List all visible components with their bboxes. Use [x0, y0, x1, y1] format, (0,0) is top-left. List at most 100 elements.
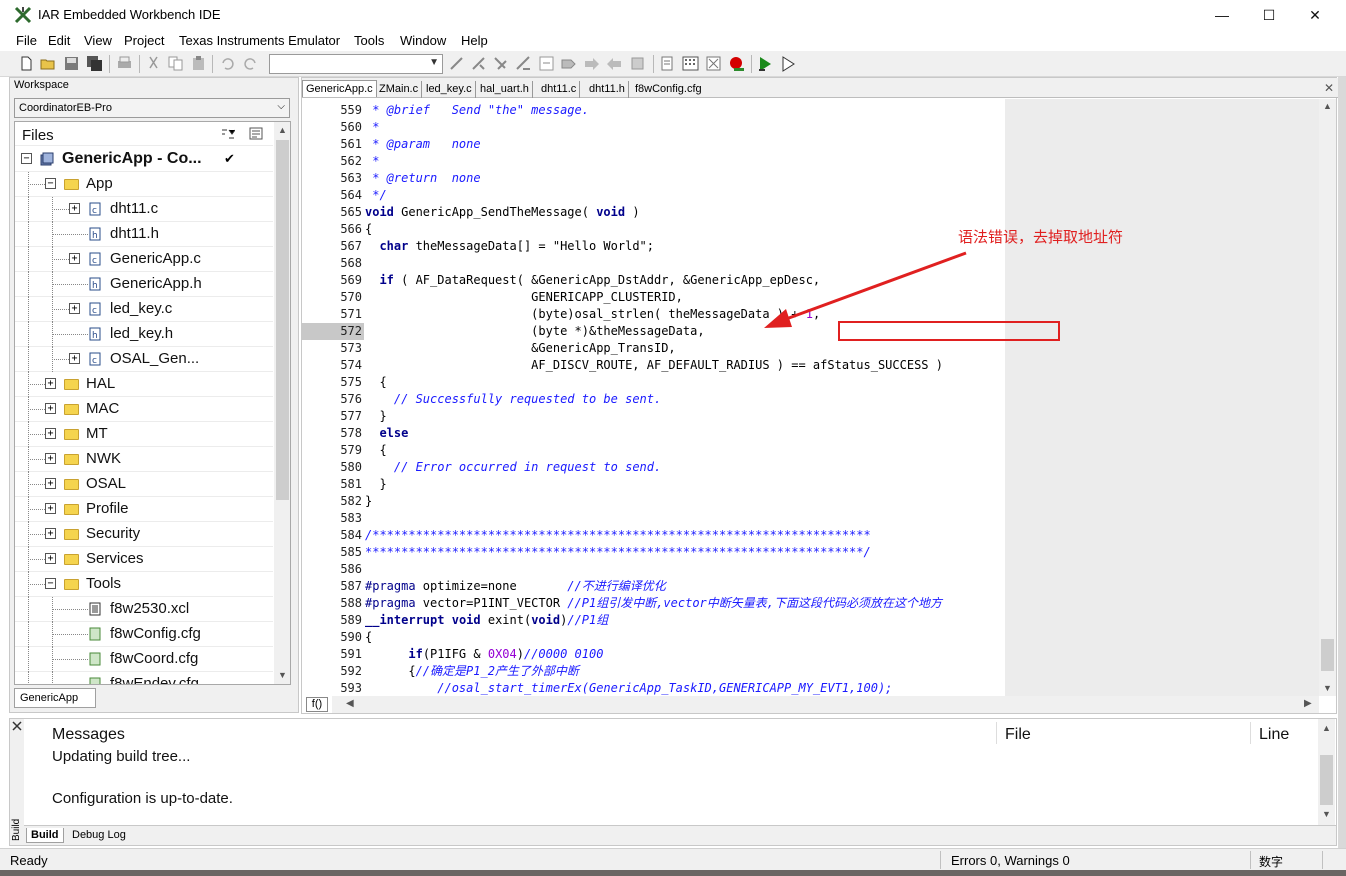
prev-bookmark-icon[interactable] [606, 55, 623, 72]
tab-dht11-h[interactable]: dht11.h [586, 81, 629, 98]
maximize-button[interactable]: ☐ [1246, 0, 1292, 31]
code-line[interactable]: 571 (byte)osal_strlen( theMessageData ) … [302, 306, 1319, 323]
open-folder-icon[interactable] [40, 55, 57, 72]
expand-icon[interactable]: + [45, 428, 56, 439]
chevron-down-icon[interactable]: ⌵ [277, 101, 285, 112]
message-line[interactable]: Updating build tree... [52, 748, 190, 765]
collapse-icon[interactable]: − [45, 178, 56, 189]
configuration-select[interactable]: CoordinatorEB-Pro ⌵ [14, 98, 290, 118]
tab-zmain-c[interactable]: ZMain.c [376, 81, 423, 98]
tree-scrollbar[interactable]: ▲ ▼ [274, 122, 290, 684]
code-line[interactable]: 585 *************************************… [302, 544, 1319, 561]
tree-folder-item[interactable]: − App [15, 172, 273, 197]
tree-folder-item[interactable]: + NWK [15, 447, 273, 472]
tab-f8wconfig-cfg[interactable]: f8wConfig.cfg [632, 81, 705, 98]
stop-build-icon[interactable] [705, 55, 722, 72]
tree-file-item[interactable]: + c dht11.c [15, 197, 273, 222]
code-line[interactable]: 578 else [302, 425, 1319, 442]
paste-icon[interactable] [190, 55, 207, 72]
tree-folder-item[interactable]: + HAL [15, 372, 273, 397]
code-line[interactable]: 579 { [302, 442, 1319, 459]
menu-window[interactable]: Window [400, 33, 446, 48]
expand-icon[interactable]: + [45, 528, 56, 539]
tab-genericapp-c[interactable]: GenericApp.c [302, 80, 377, 97]
tree-file-item[interactable]: + c GenericApp.c [15, 247, 273, 272]
code-line[interactable]: 574 AF_DISCV_ROUTE, AF_DEFAULT_RADIUS ) … [302, 357, 1319, 374]
code-line[interactable]: 591 if(P1IFG & 0X04)//0000 0100 [302, 646, 1319, 663]
expand-icon[interactable]: + [45, 453, 56, 464]
message-line[interactable]: Configuration is up-to-date. [52, 790, 233, 807]
menu-view[interactable]: View [84, 33, 112, 48]
download-debug-icon[interactable] [757, 55, 774, 72]
chevron-down-icon[interactable]: ▼ [429, 57, 439, 68]
tree-folder-item[interactable]: + Profile [15, 497, 273, 522]
expand-icon[interactable]: + [45, 403, 56, 414]
menu-texas-instruments-emulator[interactable]: Texas Instruments Emulator [179, 33, 340, 48]
code-line[interactable]: 583 [302, 510, 1319, 527]
code-line[interactable]: 568 [302, 255, 1319, 272]
file-column-header[interactable]: File [1005, 726, 1031, 744]
code-line[interactable]: 589 __interrupt void exint(void)//P1组 [302, 612, 1319, 629]
find-prev-icon[interactable] [492, 55, 509, 72]
new-file-icon[interactable] [18, 55, 35, 72]
debug-without-download-icon[interactable] [780, 55, 797, 72]
code-scrollbar[interactable]: ▲ ▼ [1319, 99, 1336, 696]
code-line[interactable]: 587 #pragma optimize=none //不进行编译优化 [302, 578, 1319, 595]
tree-file-item[interactable]: h led_key.h [15, 322, 273, 347]
collapse-icon[interactable]: − [45, 578, 56, 589]
goto-icon[interactable] [538, 55, 555, 72]
tree-scroll-thumb[interactable] [276, 140, 289, 500]
bookmark-icon[interactable] [560, 55, 577, 72]
expand-icon[interactable]: + [69, 303, 80, 314]
tree-file-item[interactable]: + c OSAL_Gen... [15, 347, 273, 372]
tree-folder-item[interactable]: − GenericApp - Co... ✔ [15, 147, 273, 172]
tree-file-item[interactable]: + c led_key.c [15, 297, 273, 322]
code-line[interactable]: 576 // Successfully requested to be sent… [302, 391, 1319, 408]
toggle-bookmark-icon[interactable] [629, 55, 646, 72]
minimize-button[interactable]: — [1199, 0, 1245, 31]
code-line[interactable]: 593 //osal_start_timerEx(GenericApp_Task… [302, 680, 1319, 696]
collapse-icon[interactable]: − [21, 153, 32, 164]
tree-folder-item[interactable]: + Services [15, 547, 273, 572]
code-line[interactable]: 577 } [302, 408, 1319, 425]
code-line[interactable]: 586 [302, 561, 1319, 578]
line-column-header[interactable]: Line [1259, 726, 1289, 744]
code-line[interactable]: 575 { [302, 374, 1319, 391]
copy-icon[interactable] [167, 55, 184, 72]
expand-icon[interactable]: + [69, 253, 80, 264]
find-combo[interactable]: ▼ [269, 54, 443, 74]
code-line[interactable]: 590{ [302, 629, 1319, 646]
compile-icon[interactable] [659, 55, 676, 72]
code-line[interactable]: 570 GENERICAPP_CLUSTERID, [302, 289, 1319, 306]
close-panel-icon[interactable] [12, 721, 22, 731]
expand-icon[interactable]: + [45, 503, 56, 514]
messages-scroll-thumb[interactable] [1320, 755, 1333, 805]
code-line[interactable]: 560 * [302, 119, 1319, 136]
sort-icon[interactable] [221, 128, 235, 140]
make-icon[interactable] [682, 55, 699, 72]
tab-led-key-c[interactable]: led_key.c [423, 81, 476, 98]
code-line[interactable]: 569 if ( AF_DataRequest( &GenericApp_Dst… [302, 272, 1319, 289]
close-tab-icon[interactable]: ✕ [1324, 81, 1334, 95]
code-line[interactable]: 565 void GenericApp_SendTheMessage( void … [302, 204, 1319, 221]
expand-icon[interactable]: + [69, 203, 80, 214]
code-view[interactable]: 559 * @brief Send "the" message. 560 * 561… [302, 99, 1319, 696]
tree-folder-item[interactable]: + Security [15, 522, 273, 547]
expand-icon[interactable]: + [45, 553, 56, 564]
expand-icon[interactable]: + [45, 378, 56, 389]
undo-icon[interactable] [219, 55, 236, 72]
expand-icon[interactable]: + [45, 478, 56, 489]
tab-hal-uart-h[interactable]: hal_uart.h [477, 81, 533, 98]
find-icon[interactable] [448, 55, 465, 72]
code-line[interactable]: 592 {//确定是P1_2产生了外部中断 [302, 663, 1319, 680]
code-line[interactable]: 580 // Error occurred in request to send… [302, 459, 1319, 476]
menu-file[interactable]: File [16, 33, 37, 48]
tree-folder-item[interactable]: − Tools [15, 572, 273, 597]
tree-file-item[interactable]: f8wEndev.cfg [15, 672, 273, 684]
menu-project[interactable]: Project [124, 33, 164, 48]
tree-file-item[interactable]: f8wConfig.cfg [15, 622, 273, 647]
code-hscrollbar[interactable]: ◀ ▶ [332, 696, 1319, 713]
code-line[interactable]: 559 * @brief Send "the" message. [302, 102, 1319, 119]
tab-debug-log[interactable]: Debug Log [68, 828, 130, 842]
next-bookmark-icon[interactable] [583, 55, 600, 72]
